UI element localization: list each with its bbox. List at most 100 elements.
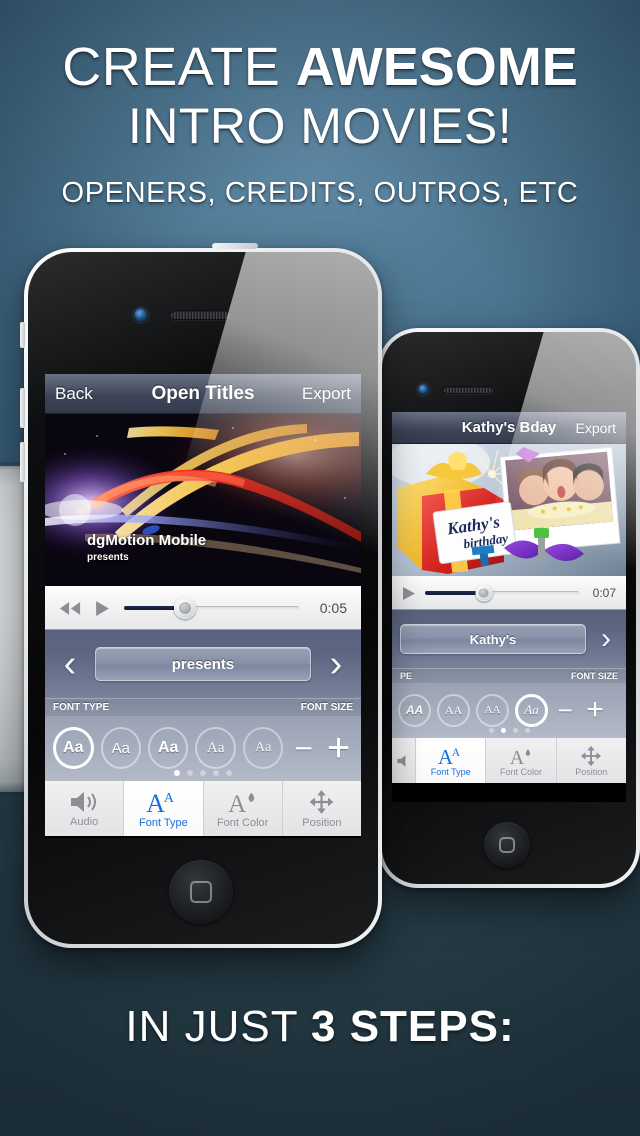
text-input-front[interactable]: presents [95,647,311,681]
font-size-decrease-button[interactable]: − [554,695,576,726]
power-button[interactable] [212,243,258,249]
font-strip-header-front: FONT TYPE FONT SIZE [45,698,361,716]
chevron-right-icon[interactable]: › [321,645,351,683]
scrubber-back[interactable] [425,584,579,602]
font-type-icon: A A [146,789,180,815]
headline-line-1: CREATE AWESOME [0,38,640,96]
tab-font-color-front[interactable]: A Font Color [204,781,283,836]
page-dot-active[interactable] [500,728,506,733]
volume-up-button[interactable] [20,322,25,348]
page-dot[interactable] [226,770,232,776]
page-dot[interactable] [512,728,518,733]
page-dot[interactable] [187,770,193,776]
tab-font-type-back[interactable]: A A Font Type [416,738,487,783]
font-option-1[interactable]: Aa [100,727,141,769]
tab-audio-back[interactable] [392,738,416,783]
promo-subheadline: OPENERS, CREDITS, OUTROS, ETC [61,177,579,209]
tab-audio-front[interactable]: Audio [45,781,125,836]
promo-footer: IN JUST 3 STEPS: [0,1002,640,1052]
page-dots-front [45,770,361,776]
footer-light-text: IN JUST [125,1002,298,1051]
font-color-icon: A [508,745,534,767]
page-dot-active[interactable] [174,770,180,776]
home-square-icon [190,881,212,903]
tab-position-back[interactable]: Position [557,738,626,783]
chevron-left-icon[interactable]: ‹ [55,645,85,683]
export-button-front[interactable]: Export [302,384,351,404]
text-editor-row-back: Kathy's › [392,610,626,668]
app-screen-back[interactable]: Kathy's Bday Export Kathy's birthday 0:0… [392,412,626,802]
font-option-0[interactable]: Aa [53,727,94,769]
time-label-front: 0:05 [319,600,347,616]
font-options-row-back: AA AA AA Aa − + [392,683,626,737]
font-type-label-back: PE [400,671,413,681]
volume-down-button[interactable] [20,388,25,428]
scrubber-knob[interactable] [475,584,493,602]
move-arrows-icon [308,789,335,815]
video-preview-back[interactable]: Kathy's birthday [392,444,626,576]
home-button-back[interactable] [484,822,530,868]
font-option-2[interactable]: Aa [147,727,189,769]
font-size-increase-button[interactable]: + [582,693,608,727]
font-option-3[interactable]: Aa [195,727,236,769]
play-icon[interactable] [95,600,110,617]
font-type-icon: A A [438,745,464,766]
phone-device-back: Kathy's Bday Export Kathy's birthday 0:0… [378,328,640,888]
font-color-icon: A [226,789,260,815]
tab-font-type-front[interactable]: A A Font Type [124,781,204,836]
play-icon[interactable] [402,586,416,601]
svg-text:A: A [164,791,174,806]
font-option-3[interactable]: Aa [515,693,548,727]
speaker-icon [396,754,412,768]
font-size-increase-button[interactable]: + [324,726,353,771]
scrubber-knob[interactable] [174,597,197,619]
promo-screenshot: CREATE AWESOME INTRO MOVIES! OPENERS, CR… [0,0,640,1136]
app-screen-front[interactable]: Back Open Titles Export dgMotion Mobile … [45,374,361,838]
font-type-label-front: FONT TYPE [53,702,110,713]
tab-bar-back: A A Font Type A Font Color Position [392,737,626,783]
svg-text:A: A [228,791,246,815]
earpiece-speaker [442,386,494,394]
page-dot[interactable] [200,770,206,776]
navbar-front: Back Open Titles Export [45,374,361,414]
rewind-icon[interactable] [59,601,81,616]
page-dot[interactable] [213,770,219,776]
font-size-decrease-button[interactable]: − [290,730,317,767]
back-button[interactable]: Back [55,384,93,404]
tab-label-font-type: Font Type [139,816,188,829]
svg-text:A: A [452,747,461,759]
font-option-0[interactable]: AA [398,693,431,727]
text-editor-row-front: ‹ presents › [45,630,361,698]
phone-device-front: Back Open Titles Export dgMotion Mobile … [20,243,382,948]
promo-headline: CREATE AWESOME INTRO MOVIES! OPENERS, CR… [0,38,640,210]
tab-position-front[interactable]: Position [283,781,361,836]
chevron-right-icon[interactable]: › [594,624,618,654]
font-option-2[interactable]: AA [476,693,509,727]
svg-text:A: A [510,746,525,766]
scrubber-front[interactable] [124,597,299,619]
tab-font-color-back[interactable]: A Font Color [486,738,557,783]
tab-label-position-back: Position [575,766,608,777]
svg-text:A: A [147,789,166,815]
video-preview-front[interactable]: dgMotion Mobile presents [45,414,361,586]
front-camera-icon [134,308,148,322]
silent-switch[interactable] [20,442,25,482]
transport-bar-front: 0:05 [45,586,361,630]
font-option-4[interactable]: Aa [242,727,284,769]
export-button-back[interactable]: Export [576,420,616,436]
tab-label-audio: Audio [70,815,99,828]
page-dot[interactable] [524,728,530,733]
tab-label-position: Position [302,816,342,829]
preview-title-text: dgMotion Mobile [87,532,207,549]
preview-artwork-birthday: Kathy's birthday [392,444,626,576]
tab-label-font-type-back: Font Type [430,766,471,777]
earpiece-speaker [169,310,231,320]
preview-subtitle-text: presents [87,552,129,563]
font-size-label-front: FONT SIZE [300,702,353,713]
page-dot[interactable] [488,728,494,733]
font-option-1[interactable]: AA [437,693,470,727]
font-size-label-back: FONT SIZE [571,671,618,681]
home-button-front[interactable] [169,860,233,924]
front-camera-icon [418,384,429,395]
text-input-back[interactable]: Kathy's [400,624,586,654]
